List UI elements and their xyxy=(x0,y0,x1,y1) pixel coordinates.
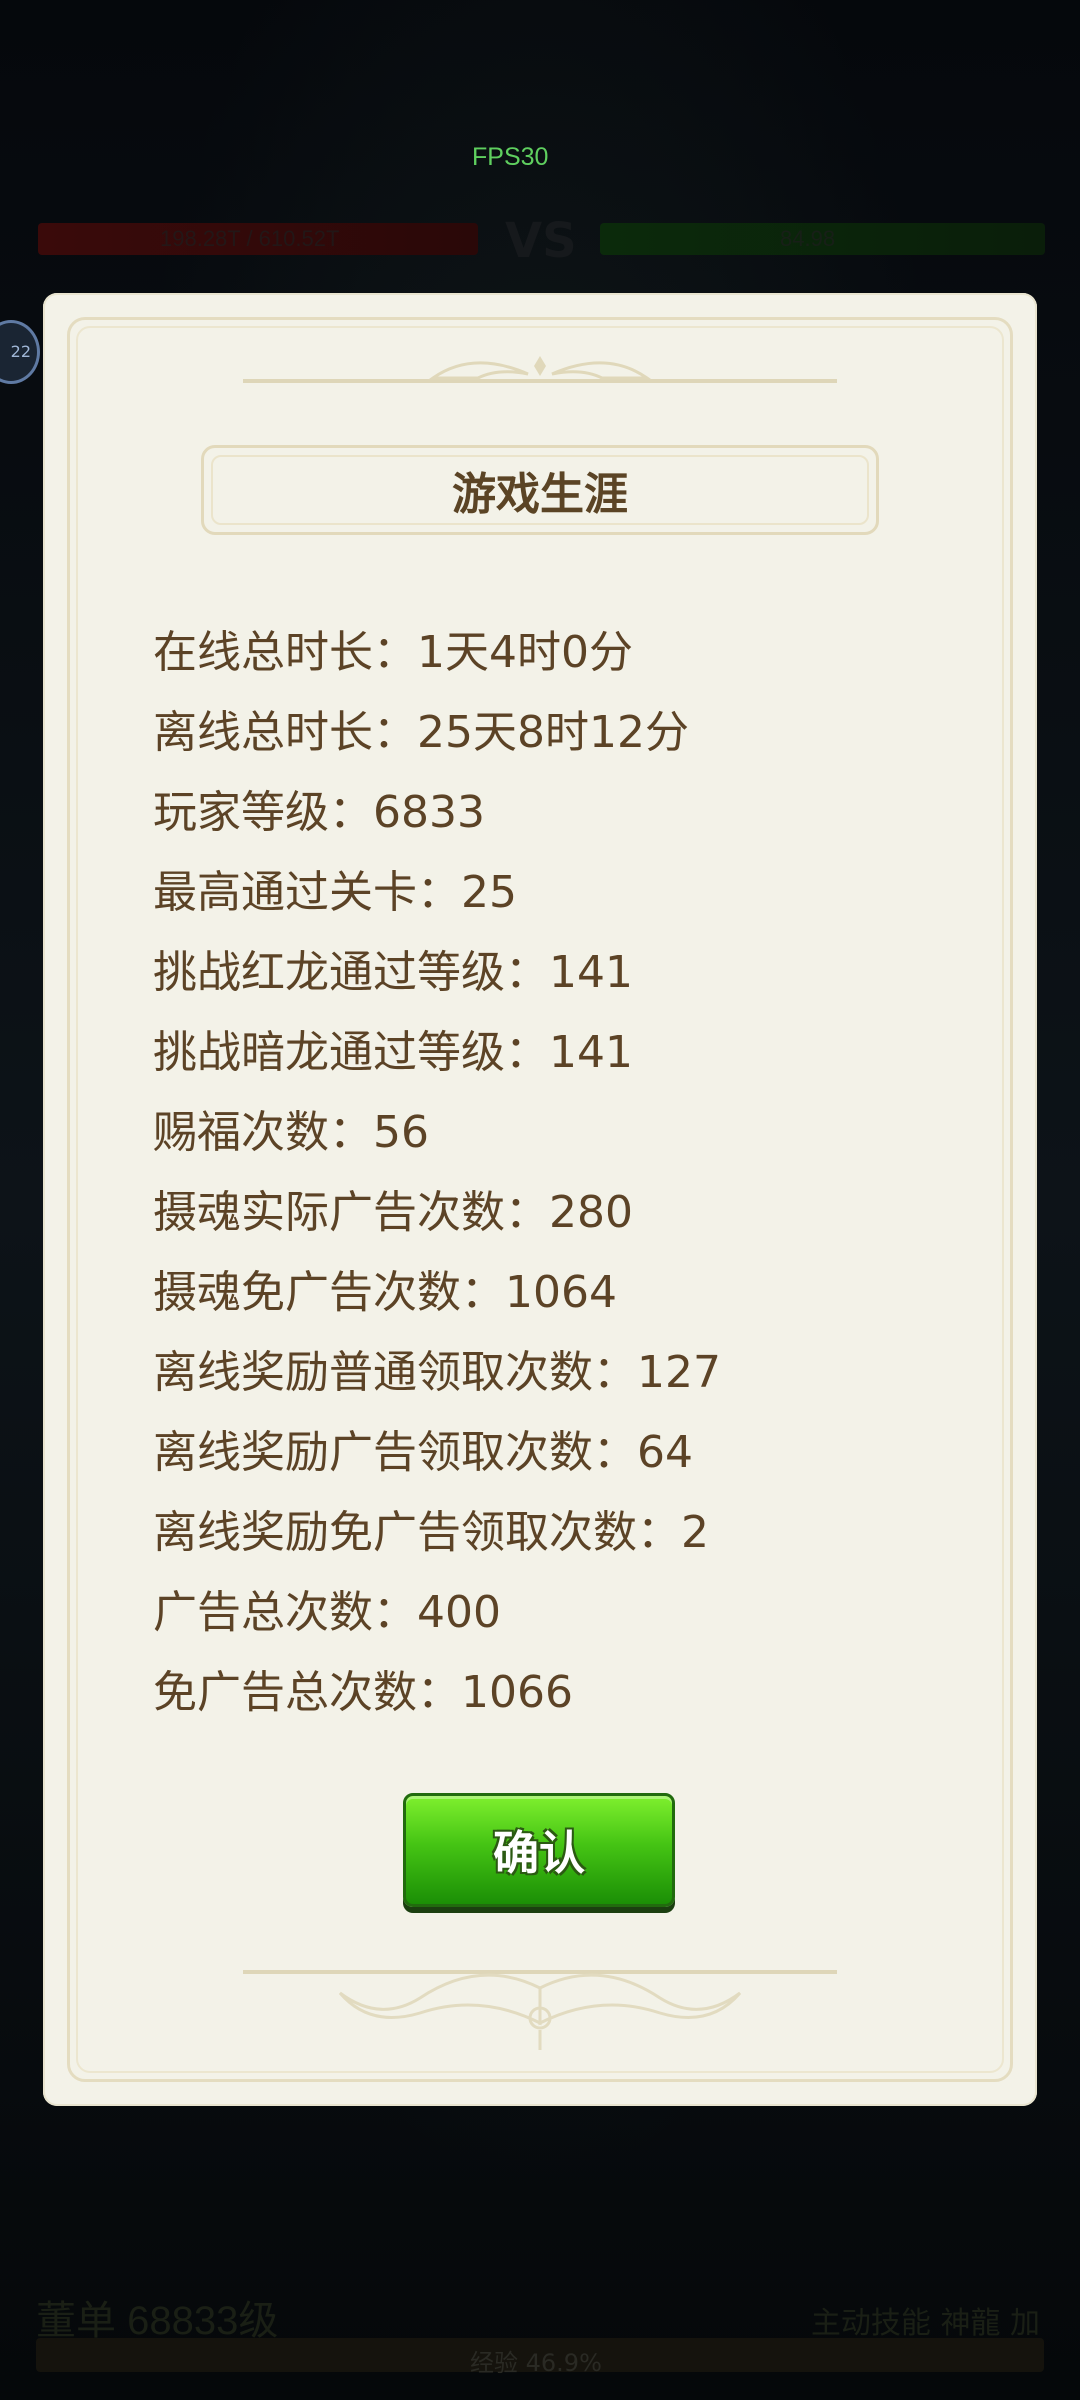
stat-online-time: 在线总时长：1天4时0分 xyxy=(153,627,633,678)
stat-highest-stage: 最高通过关卡：25 xyxy=(153,867,517,918)
confirm-button-label: 确认 xyxy=(493,1826,585,1880)
stat-total-ads: 广告总次数：400 xyxy=(153,1587,501,1638)
stat-player-level: 玩家等级：6833 xyxy=(153,787,485,838)
stat-offline-normal-claims: 离线奖励普通领取次数：127 xyxy=(153,1347,721,1398)
enemy-hp-text: 84.98 xyxy=(780,226,836,251)
stat-blessing-count: 赐福次数：56 xyxy=(153,1107,429,1158)
stat-soul-ad-count: 摄魂实际广告次数：280 xyxy=(153,1187,633,1238)
stat-offline-free-ad-claims: 离线奖励免广告领取次数：2 xyxy=(153,1507,709,1558)
top-ornament-icon xyxy=(243,356,837,383)
bottom-ornament-icon xyxy=(243,1970,837,2050)
skill-text: 主动技能 神龍 加 xyxy=(810,2306,1040,2341)
stat-total-free-ads: 免广告总次数：1066 xyxy=(153,1667,573,1718)
stat-dark-dragon-level: 挑战暗龙通过等级：141 xyxy=(153,1027,633,1078)
stats-list: 在线总时长：1天4时0分 离线总时长：25天8时12分 玩家等级：6833 最高… xyxy=(153,613,721,1733)
stat-soul-free-ad-count: 摄魂免广告次数：1064 xyxy=(153,1267,617,1318)
title-frame: 游戏生涯 xyxy=(201,445,879,535)
exp-text: 经验 46.9% xyxy=(470,2349,602,2377)
vs-label: VS xyxy=(505,213,577,269)
dialog-title: 游戏生涯 xyxy=(452,469,628,520)
stat-offline-ad-claims: 离线奖励广告领取次数：64 xyxy=(153,1427,693,1478)
fps-counter: FPS30 xyxy=(472,143,549,171)
career-dialog: 游戏生涯 在线总时长：1天4时0分 离线总时长：25天8时12分 玩家等级：68… xyxy=(43,293,1037,2106)
stat-red-dragon-level: 挑战红龙通过等级：141 xyxy=(153,947,633,998)
confirm-button[interactable]: 确认 xyxy=(403,1793,675,1907)
player-hp-text: 198.28T / 610.52T xyxy=(160,226,340,251)
stat-offline-time: 离线总时长：25天8时12分 xyxy=(153,707,689,758)
